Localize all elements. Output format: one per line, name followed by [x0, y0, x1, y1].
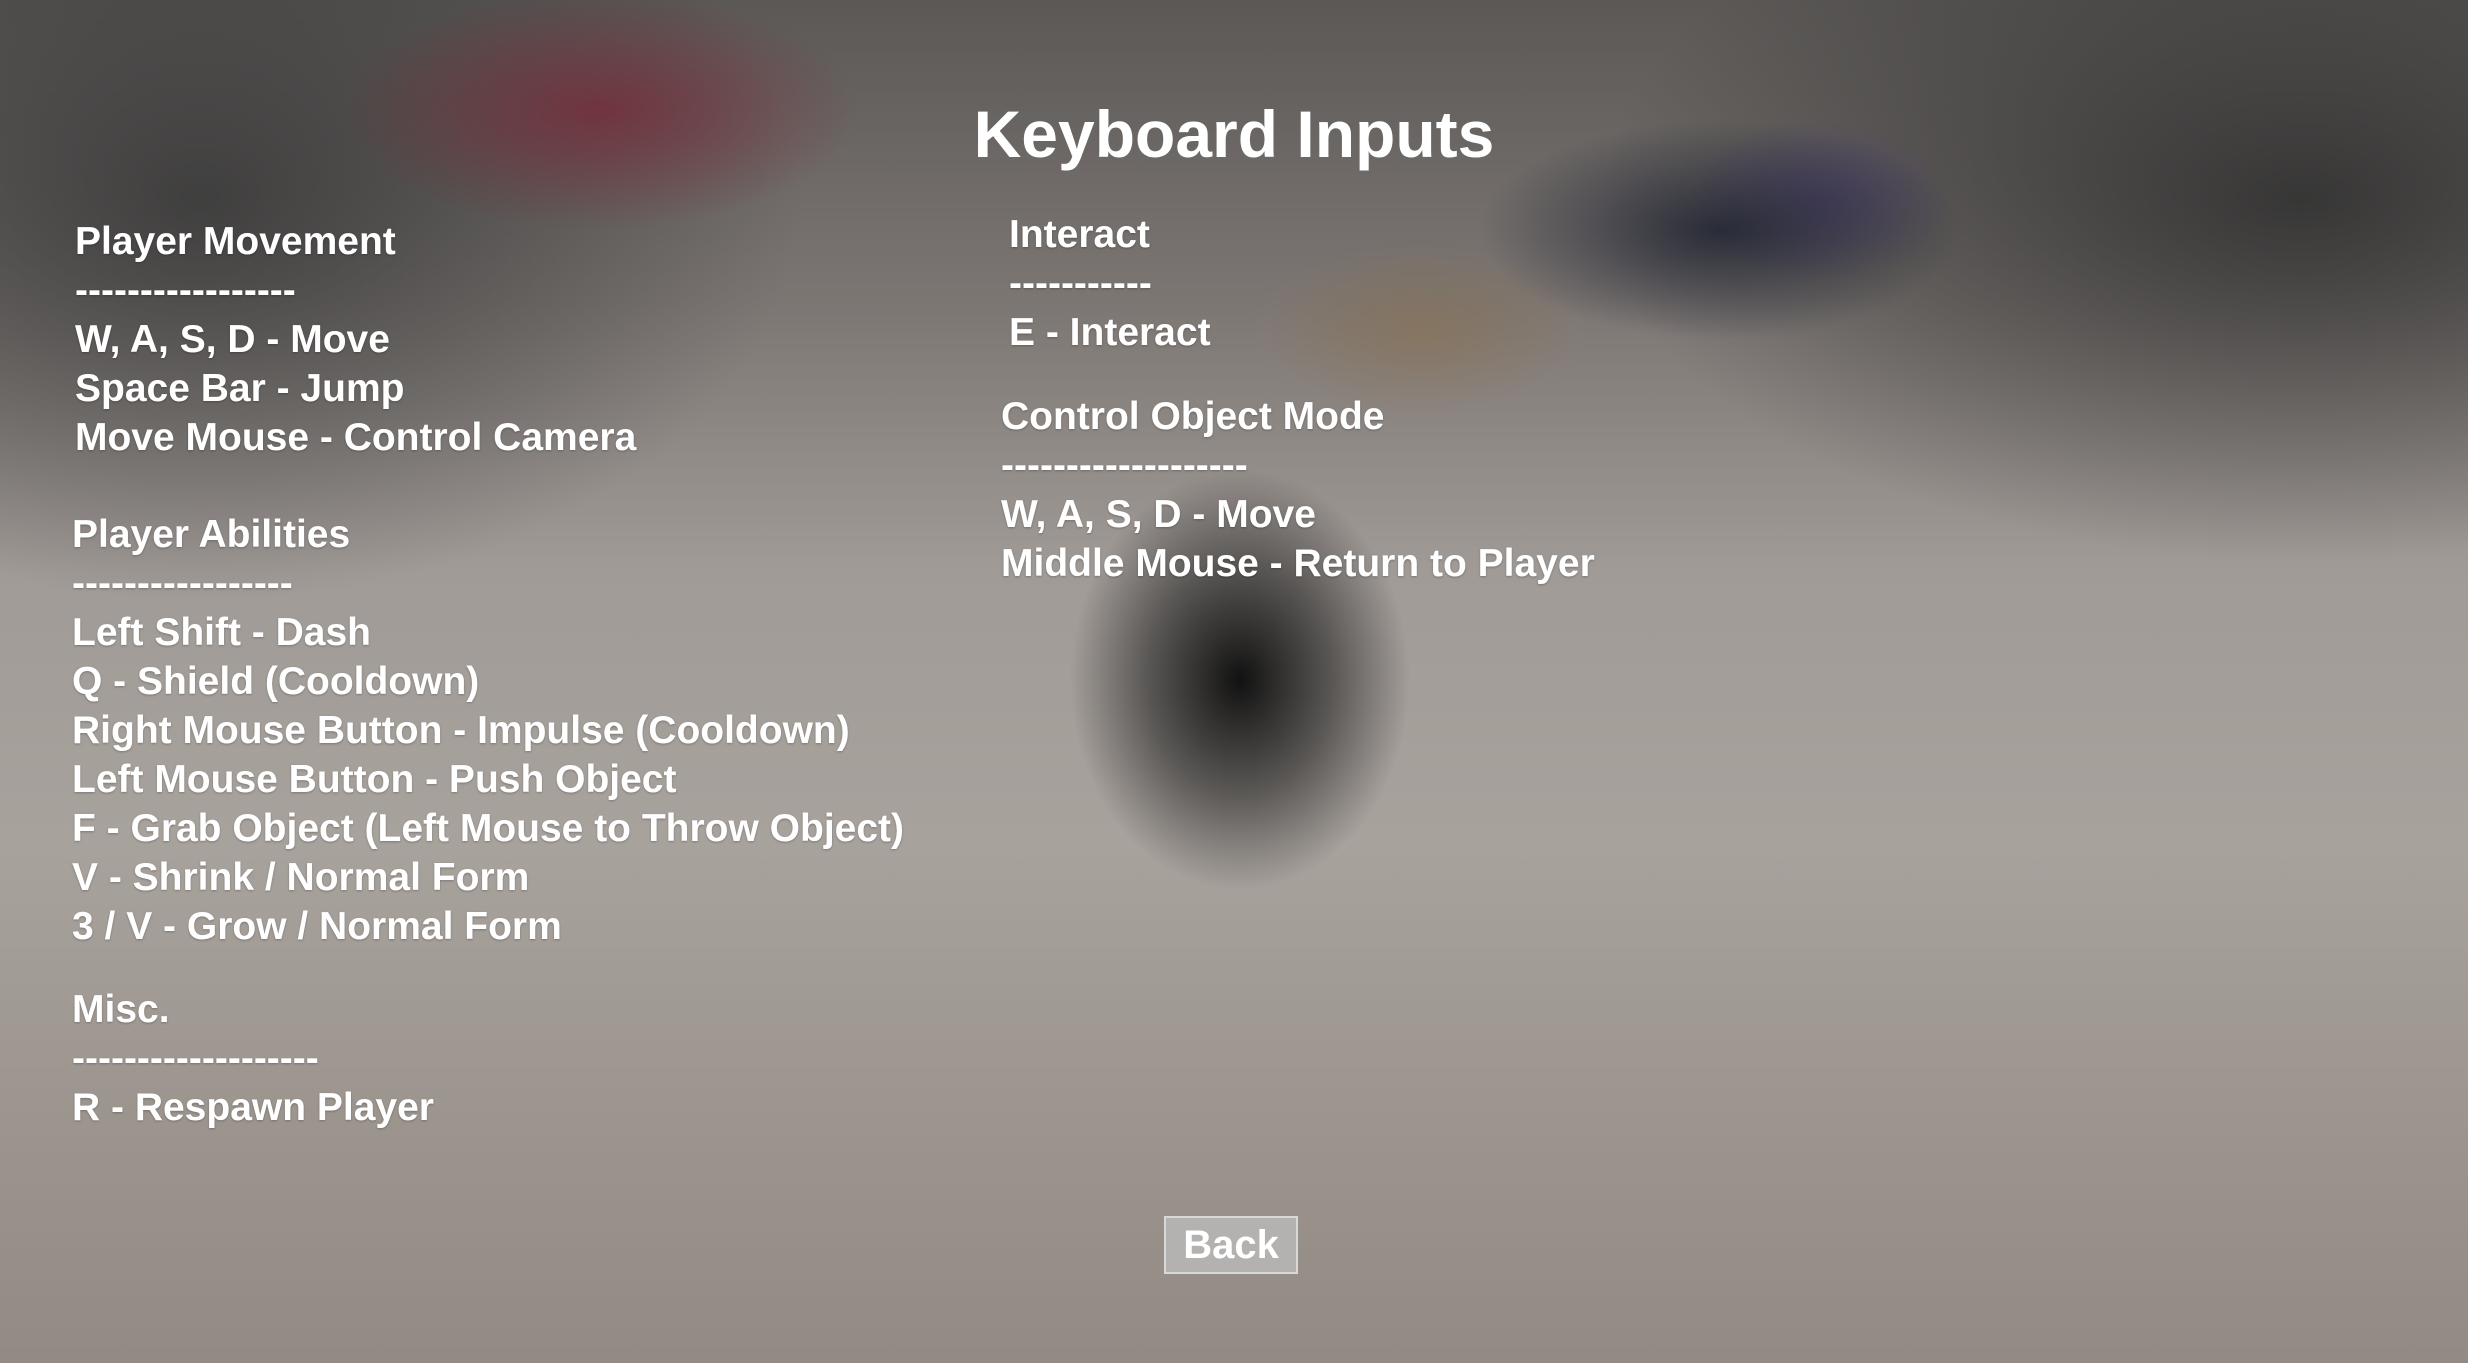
keybind-line: Space Bar - Jump: [75, 367, 405, 410]
keybind-line: E - Interact: [1009, 311, 1211, 354]
section-divider: -----------------: [75, 269, 296, 312]
section-control-object-mode: Control Object Mode ------------------- …: [1001, 392, 1595, 588]
section-divider: -------------------: [72, 1037, 319, 1080]
section-heading: Interact: [1009, 213, 1150, 256]
keybind-line: W, A, S, D - Move: [75, 318, 390, 361]
keybind-line: R - Respawn Player: [72, 1086, 434, 1129]
section-heading: Control Object Mode: [1001, 395, 1385, 438]
section-interact: Interact ----------- E - Interact: [1009, 210, 1211, 357]
keyboard-inputs-screen: Keyboard Inputs Player Movement --------…: [0, 0, 2468, 1363]
keybind-line: Left Mouse Button - Push Object: [72, 758, 677, 801]
keybind-line: Middle Mouse - Return to Player: [1001, 542, 1595, 585]
keybind-line: Left Shift - Dash: [72, 611, 371, 654]
section-divider: -----------: [1009, 262, 1152, 305]
section-heading: Misc.: [72, 988, 170, 1031]
keybind-line: Move Mouse - Control Camera: [75, 416, 637, 459]
section-player-movement: Player Movement ----------------- W, A, …: [75, 217, 636, 462]
section-divider: -----------------: [72, 562, 293, 605]
keybind-line: 3 / V - Grow / Normal Form: [72, 905, 562, 948]
section-divider: -------------------: [1001, 444, 1248, 487]
keybind-line: Right Mouse Button - Impulse (Cooldown): [72, 709, 850, 752]
section-heading: Player Movement: [75, 220, 396, 263]
page-title: Keyboard Inputs: [973, 97, 1495, 171]
back-button[interactable]: Back: [1164, 1216, 1298, 1274]
section-misc: Misc. ------------------- R - Respawn Pl…: [72, 985, 434, 1132]
section-heading: Player Abilities: [72, 513, 351, 556]
keybind-line: W, A, S, D - Move: [1001, 493, 1316, 536]
section-player-abilities: Player Abilities ----------------- Left …: [72, 510, 904, 951]
keybind-line: Q - Shield (Cooldown): [72, 660, 480, 703]
keybind-line: V - Shrink / Normal Form: [72, 856, 530, 899]
keybind-line: F - Grab Object (Left Mouse to Throw Obj…: [72, 807, 905, 850]
